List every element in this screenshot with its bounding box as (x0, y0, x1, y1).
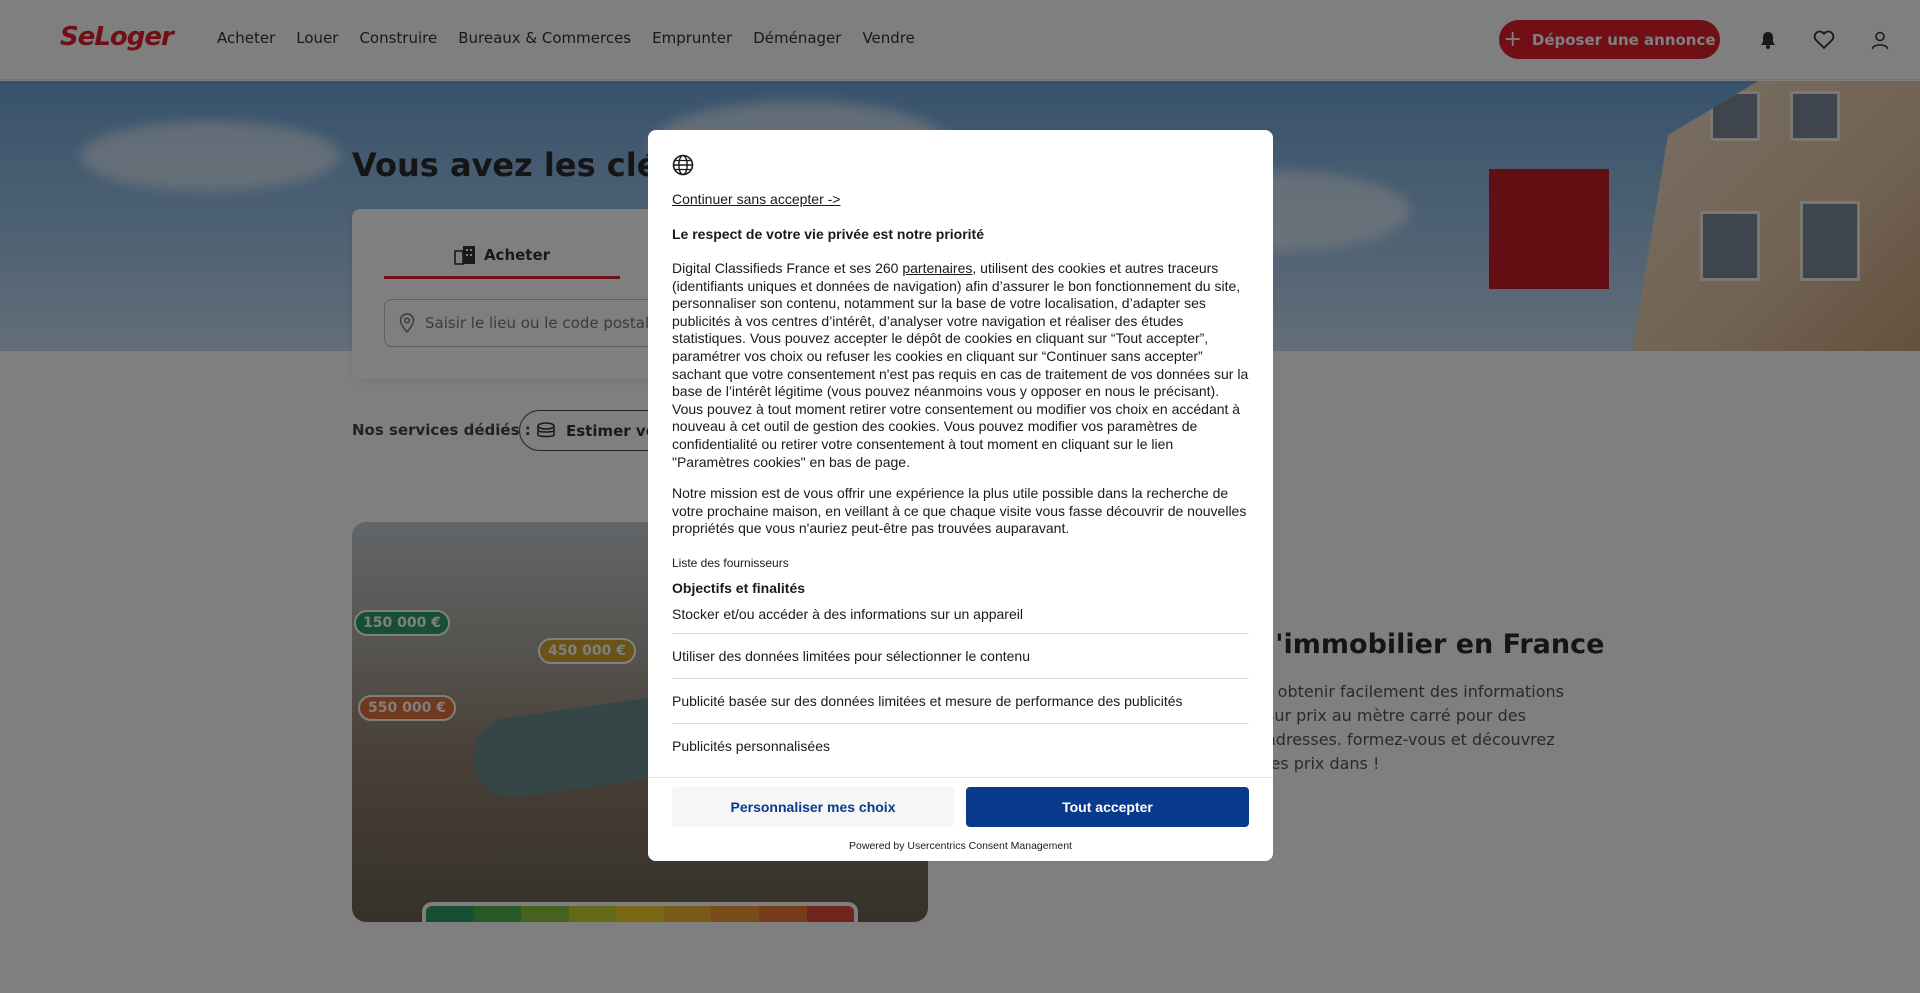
purpose-item[interactable]: Stocker et/ou accéder à des informations… (672, 604, 1249, 634)
powered-by-text: Powered by Usercentrics Consent Manageme… (849, 840, 1072, 852)
continue-without-accepting-link[interactable]: Continuer sans accepter -> (672, 191, 1249, 207)
vendors-list-link[interactable]: Liste des fournisseurs (672, 556, 1249, 570)
consent-title: Le respect de votre vie privée est notre… (672, 226, 985, 242)
consent-text: , utilisent des cookies et autres traceu… (672, 260, 1249, 470)
purposes-list: Stocker et/ou accéder à des informations… (672, 604, 1249, 769)
accept-all-button[interactable]: Tout accepter (966, 787, 1249, 827)
consent-paragraph-1: Digital Classifieds France et ses 260 pa… (672, 260, 1249, 471)
consent-body: Continuer sans accepter -> Le respect de… (648, 130, 1273, 777)
customize-choices-button[interactable]: Personnaliser mes choix (672, 787, 954, 827)
purpose-item[interactable]: Publicités personnalisées (672, 724, 1249, 769)
consent-paragraph-2: Notre mission est de vous offrir une exp… (672, 485, 1247, 537)
partners-link[interactable]: partenaires (902, 260, 972, 276)
globe-icon[interactable] (672, 154, 694, 176)
consent-footer: Personnaliser mes choix Tout accepter Po… (648, 777, 1273, 861)
cookie-consent-dialog: Continuer sans accepter -> Le respect de… (648, 130, 1273, 861)
consent-text: Digital Classifieds France et ses 260 (672, 260, 903, 276)
purpose-item[interactable]: Publicité basée sur des données limitées… (672, 679, 1249, 724)
purpose-item[interactable]: Utiliser des données limitées pour sélec… (672, 634, 1249, 679)
purposes-heading: Objectifs et finalités (672, 579, 806, 596)
